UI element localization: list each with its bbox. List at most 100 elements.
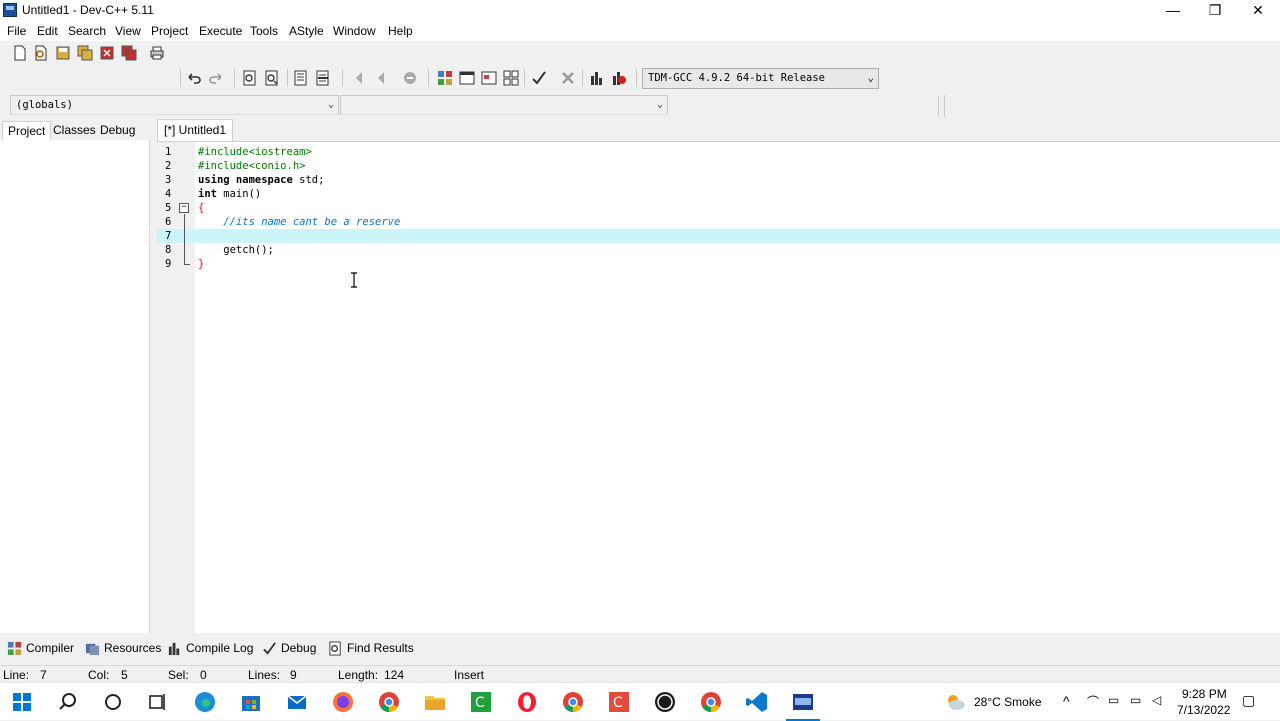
project-manager-icon[interactable] <box>436 69 454 87</box>
print-icon[interactable] <box>148 44 166 62</box>
delete-profile-icon[interactable] <box>610 69 628 87</box>
scope-bar: (globals) ⌄ ⌄ <box>0 92 1280 118</box>
code-line-current: 7 <box>157 229 1280 243</box>
windows-start-icon[interactable] <box>9 689 35 715</box>
restore-button[interactable]: ❐ <box>1192 0 1238 21</box>
project-panel[interactable] <box>0 140 150 633</box>
editor-tab-untitled1[interactable]: [*] Untitled1 <box>157 119 234 141</box>
menu-help[interactable]: Help <box>388 24 413 38</box>
codeblocks-icon[interactable]: C <box>468 689 494 715</box>
status-lines-label: Lines: <box>248 668 281 682</box>
tile-windows-icon[interactable] <box>502 69 520 87</box>
menu-file[interactable]: File <box>7 24 26 38</box>
indent-icon[interactable] <box>292 69 310 87</box>
statusbar-toggle-icon[interactable] <box>458 69 476 87</box>
toggle-bookmark-icon[interactable] <box>401 69 419 87</box>
save-all-icon[interactable] <box>76 44 94 62</box>
globals-combo-value: (globals) <box>16 99 73 111</box>
toolbar-splitter[interactable] <box>938 95 945 117</box>
clock-date[interactable]: 7/13/2022 <box>1177 703 1230 717</box>
edge-browser-icon[interactable] <box>192 689 218 715</box>
tab-classes[interactable]: Classes <box>48 121 101 141</box>
menu-view[interactable]: View <box>115 24 141 38</box>
vscode-icon[interactable] <box>744 689 770 715</box>
devcpp-app-icon <box>3 3 17 17</box>
menu-window[interactable]: Window <box>333 24 376 38</box>
bookmark-prev-icon[interactable] <box>351 69 369 87</box>
close-all-icon[interactable] <box>120 44 138 62</box>
microsoft-store-icon[interactable] <box>238 689 264 715</box>
opera-icon[interactable] <box>514 689 540 715</box>
menu-edit[interactable]: Edit <box>37 24 58 38</box>
meet-now-icon[interactable]: ▭ <box>1108 693 1119 707</box>
compile-log-icon <box>168 642 180 655</box>
new-file-icon[interactable] <box>11 44 29 62</box>
menu-project[interactable]: Project <box>151 24 188 38</box>
bookmark-next-icon[interactable] <box>373 69 391 87</box>
file-explorer-icon[interactable] <box>422 689 448 715</box>
menu-astyle[interactable]: AStyle <box>289 24 324 38</box>
text-cursor-icon <box>351 272 357 288</box>
compile-check-icon[interactable] <box>530 69 548 87</box>
tab-project[interactable]: Project <box>2 121 52 141</box>
tab-debug[interactable]: Debug <box>95 121 140 141</box>
tab-find-results[interactable]: Find Results <box>328 638 414 658</box>
battery-icon[interactable]: ▭ <box>1130 693 1141 707</box>
mail-icon[interactable] <box>284 689 310 715</box>
tab-resources[interactable]: Resources <box>85 638 161 658</box>
unindent-icon[interactable] <box>314 69 332 87</box>
weather-text[interactable]: 28°C Smoke <box>974 695 1042 709</box>
menu-execute[interactable]: Execute <box>199 24 242 38</box>
chrome-profile-icon[interactable] <box>560 689 586 715</box>
left-panel-tabs: Project Classes Debug <box>0 119 150 141</box>
network-icon[interactable]: ⌒ <box>1087 693 1099 710</box>
volume-icon[interactable]: ◁ <box>1152 693 1161 707</box>
chevron-down-icon: ⌄ <box>867 72 874 84</box>
fold-line <box>184 214 185 265</box>
task-view-icon[interactable] <box>144 689 170 715</box>
redo-icon[interactable] <box>207 69 225 87</box>
firefox-icon[interactable] <box>330 689 356 715</box>
resources-icon <box>85 643 100 655</box>
cortana-icon[interactable] <box>100 689 126 715</box>
save-icon[interactable] <box>54 44 72 62</box>
open-file-icon[interactable] <box>32 44 50 62</box>
devcpp-taskbar-icon[interactable] <box>786 689 820 721</box>
full-screen-icon[interactable] <box>480 69 498 87</box>
fold-collapse-icon[interactable]: − <box>179 203 189 213</box>
close-file-icon[interactable] <box>98 44 116 62</box>
fold-end <box>184 264 190 265</box>
compiler-icon <box>7 641 22 655</box>
status-sel-label: Sel: <box>168 668 189 682</box>
search-icon[interactable] <box>55 689 81 715</box>
tab-compile-log[interactable]: Compile Log <box>167 638 253 658</box>
undo-icon[interactable] <box>185 69 203 87</box>
clock-time[interactable]: 9:28 PM <box>1182 687 1227 701</box>
profile-chart-icon[interactable] <box>588 69 606 87</box>
member-combo[interactable]: ⌄ <box>340 95 668 115</box>
tab-debug-output[interactable]: Debug <box>262 638 316 658</box>
notifications-icon[interactable]: ▢ <box>1242 692 1255 709</box>
menu-search[interactable]: Search <box>68 24 106 38</box>
replace-icon[interactable] <box>263 69 281 87</box>
status-insert-mode: Insert <box>454 668 485 682</box>
chrome-alt-icon[interactable] <box>698 689 724 715</box>
code-editor[interactable]: 1 #include<iostream> 2 #include<conio.h>… <box>157 141 1280 633</box>
weather-icon[interactable] <box>942 689 968 715</box>
window-title: Untitled1 - Dev-C++ 5.11 <box>22 3 154 17</box>
minimize-button[interactable]: — <box>1150 0 1196 21</box>
clion-icon[interactable]: C <box>606 689 632 715</box>
menu-tools[interactable]: Tools <box>250 24 278 38</box>
code-line: 4 int main() <box>165 188 262 200</box>
stop-execution-icon[interactable] <box>559 69 577 87</box>
globals-combo[interactable]: (globals) ⌄ <box>10 95 339 115</box>
compiler-select[interactable]: TDM-GCC 4.9.2 64-bit Release ⌄ <box>642 68 879 89</box>
find-icon[interactable] <box>241 69 259 87</box>
chevron-up-icon[interactable]: ^ <box>1063 693 1070 709</box>
whatsapp-icon[interactable] <box>652 689 678 715</box>
chrome-icon[interactable] <box>376 689 402 715</box>
code-line: 6 //its name cant be a reserve <box>165 216 401 228</box>
tab-compiler[interactable]: Compiler <box>7 638 74 658</box>
close-button[interactable]: ✕ <box>1235 0 1280 21</box>
debug-check-icon <box>263 641 276 655</box>
